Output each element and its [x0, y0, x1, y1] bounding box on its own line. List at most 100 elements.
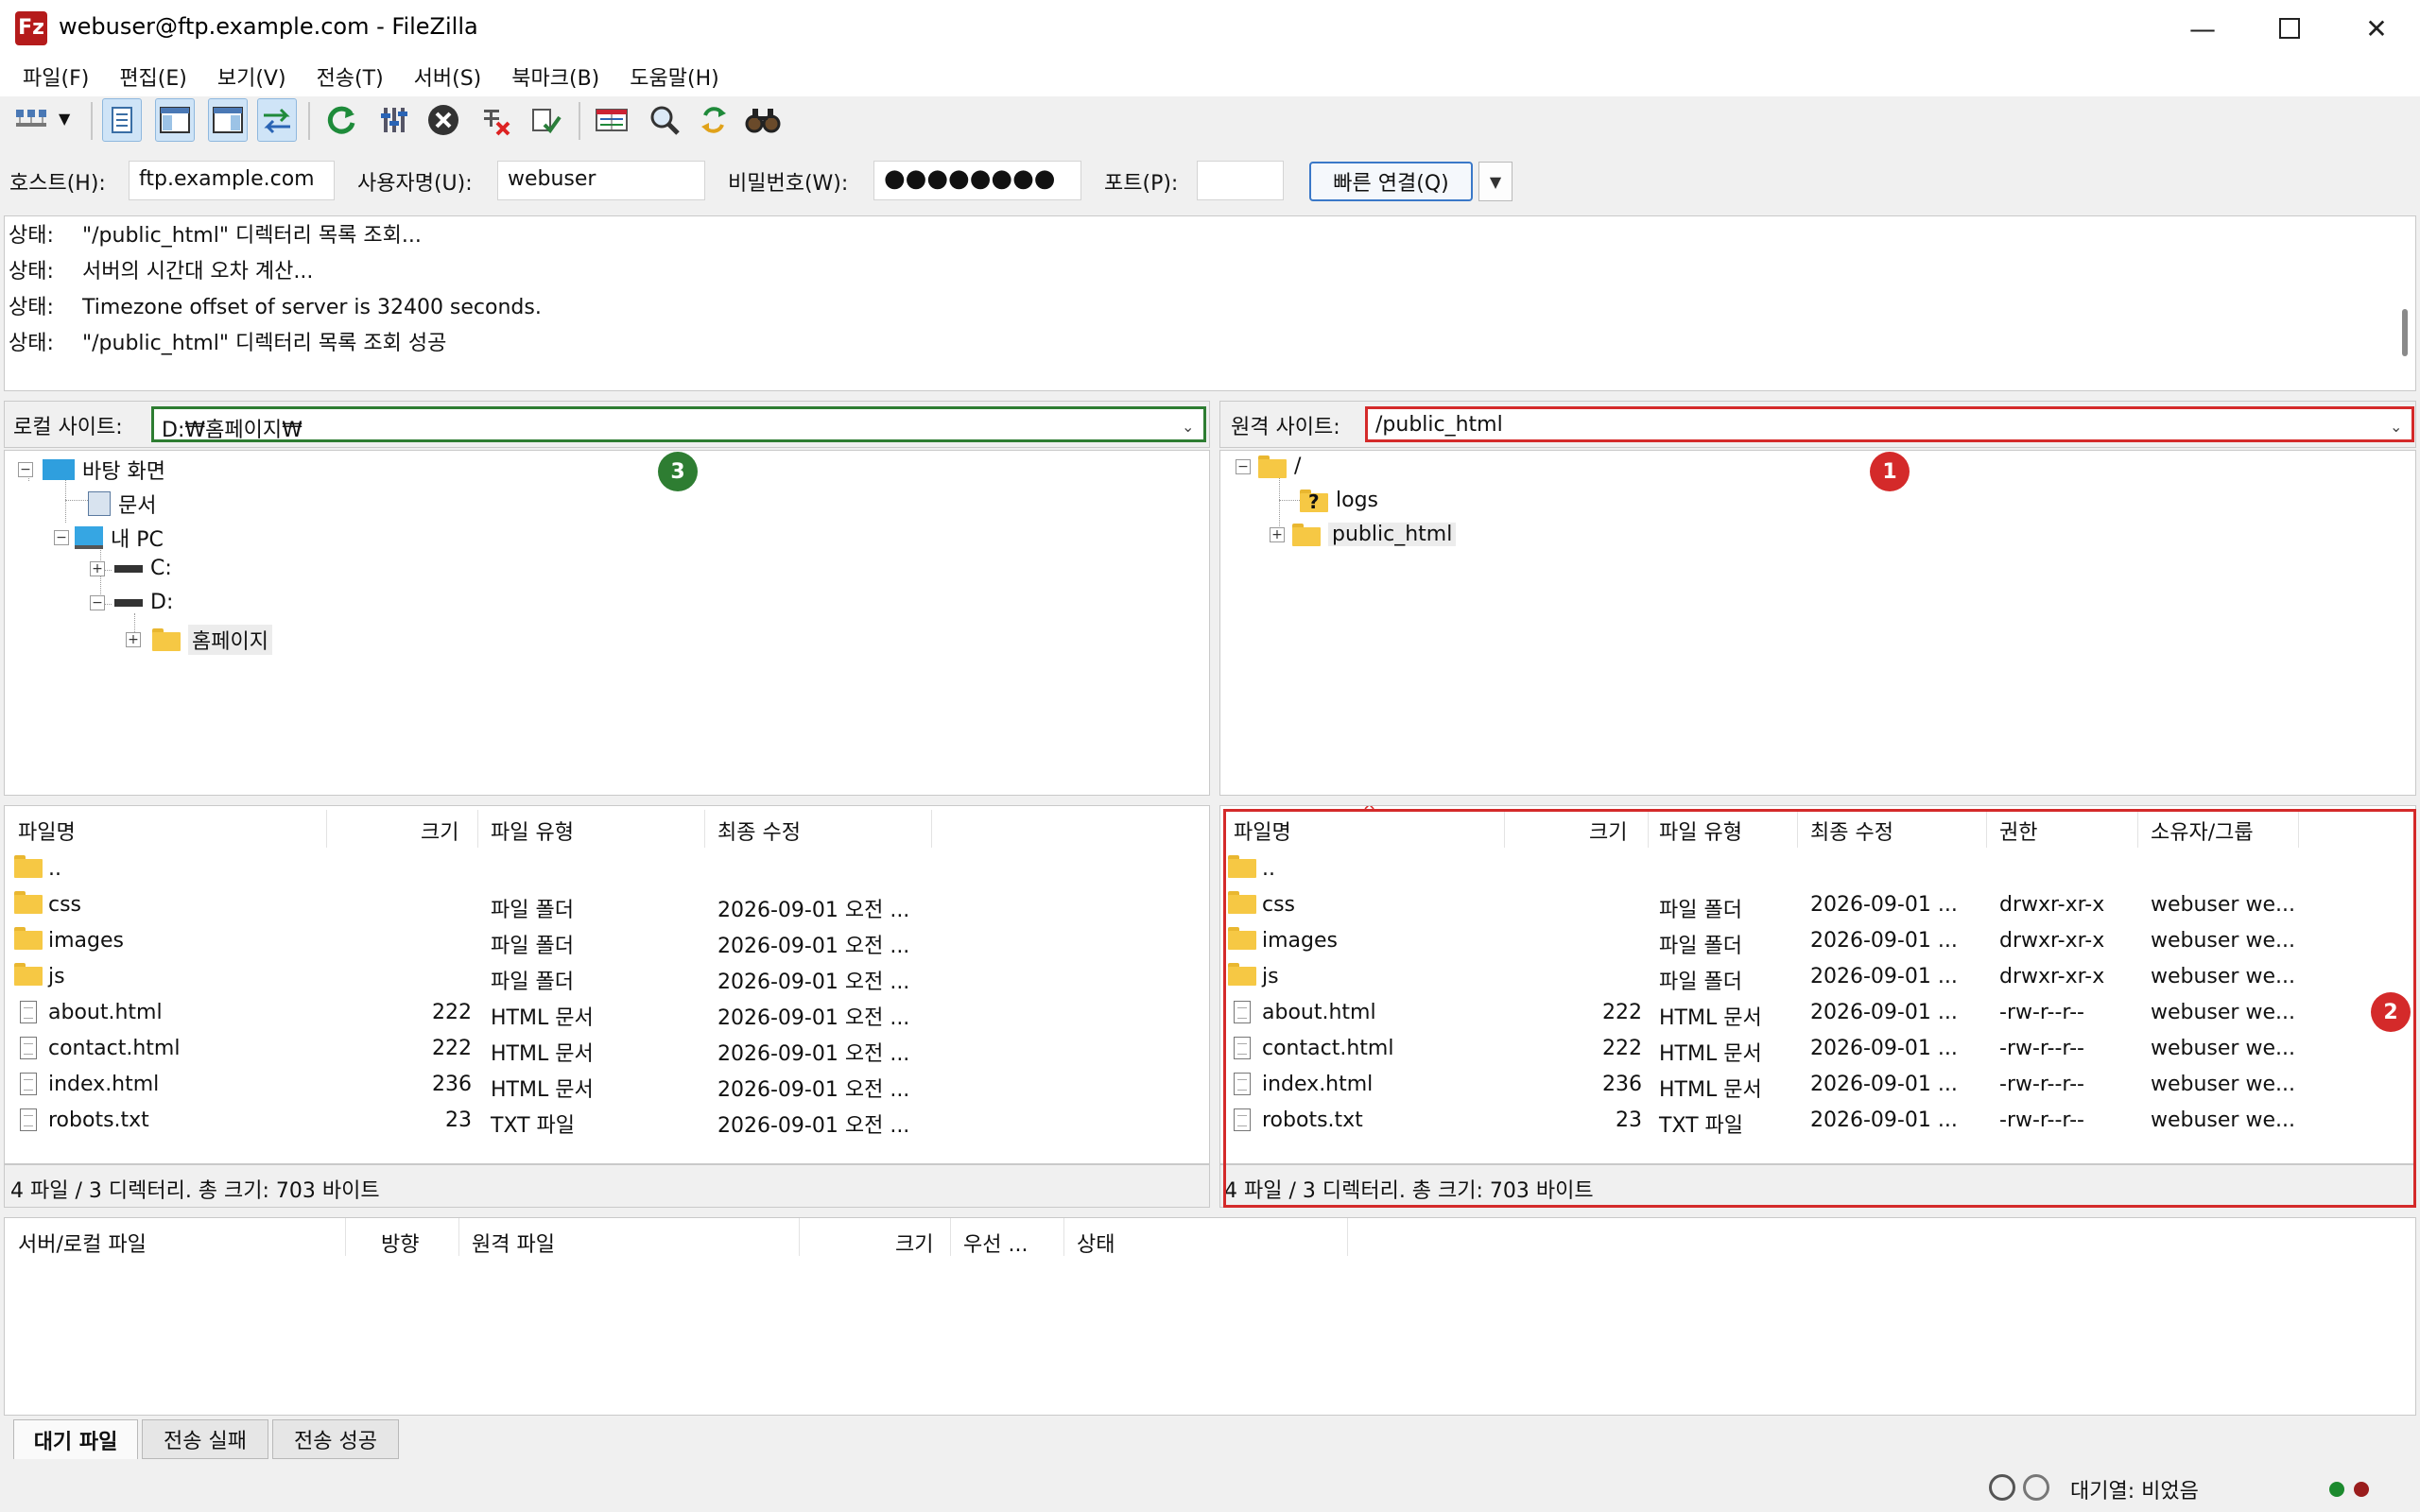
toggle-log-icon[interactable] [102, 98, 142, 142]
file-icon [1234, 1073, 1251, 1095]
column-size[interactable]: 크기 [421, 816, 458, 846]
column-filename[interactable]: 파일명 [18, 816, 76, 846]
list-item[interactable]: js 파일 폴더 2026-09-01 ... drwxr-xr-x webuser w… [1220, 959, 2413, 995]
menu-server[interactable]: 서버(S) [399, 61, 497, 92]
column-owner-group[interactable]: 소유자/그룹 [2151, 816, 2254, 846]
column-filetype[interactable]: 파일 유형 [491, 816, 574, 846]
tree-item-homepage[interactable]: + 홈페이지 [126, 625, 272, 655]
tree-item-root[interactable]: − / [1236, 455, 1301, 478]
tab-failed-transfers[interactable]: 전송 실패 [142, 1419, 268, 1459]
site-manager-icon[interactable] [9, 98, 55, 142]
expand-icon[interactable]: + [126, 632, 141, 647]
column-size[interactable]: 크기 [895, 1228, 933, 1258]
expand-icon[interactable]: + [90, 560, 105, 576]
tree-item-logs[interactable]: ? logs [1300, 489, 1378, 513]
list-item[interactable]: robots.txt 23 TXT 파일 2026-09-01 오전 ... [5, 1103, 1207, 1139]
list-item[interactable]: .. [5, 851, 1207, 887]
list-item[interactable]: about.html 222 HTML 문서 2026-09-01 오전 ... [5, 995, 1207, 1031]
close-window-icon[interactable]: ✕ [2333, 0, 2420, 57]
list-item[interactable]: about.html 222 HTML 문서 2026-09-01 ... -rw-r-… [1220, 995, 2413, 1031]
toggle-queue-icon[interactable] [257, 98, 297, 142]
menu-view[interactable]: 보기(V) [202, 61, 302, 92]
list-item[interactable]: images 파일 폴더 2026-09-01 오전 ... [5, 923, 1207, 959]
transfer-queue[interactable]: 서버/로컬 파일 방향 원격 파일 크기 우선 ... 상태 [4, 1217, 2416, 1416]
quickconnect-button[interactable]: 빠른 연결(Q) [1309, 162, 1473, 201]
remote-path-input[interactable]: /public_html [1365, 406, 2414, 442]
tree-item-drive-c[interactable]: + C: [90, 557, 172, 580]
sync-browse-icon[interactable] [645, 98, 684, 142]
list-item[interactable]: .. [1220, 851, 2413, 887]
expand-icon[interactable]: + [1270, 526, 1285, 542]
tree-item-public-html[interactable]: + public_html [1270, 523, 1457, 546]
column-server-local-file[interactable]: 서버/로컬 파일 [18, 1228, 147, 1258]
list-item[interactable]: css 파일 폴더 2026-09-01 ... drwxr-xr-x webuser … [1220, 887, 2413, 923]
list-item[interactable]: css 파일 폴더 2026-09-01 오전 ... [5, 887, 1207, 923]
local-directory-tree[interactable]: − 바탕 화면 문서 − 내 PC + C: − D: + 홈페이지 [4, 450, 1210, 796]
collapse-icon[interactable]: − [1236, 458, 1251, 474]
remote-directory-tree[interactable]: − / ? logs + public_html [1219, 450, 2416, 796]
column-remote-file[interactable]: 원격 파일 [472, 1228, 555, 1258]
host-input[interactable]: ftp.example.com [129, 161, 335, 200]
folder-icon [14, 963, 43, 986]
tree-item-drive-d[interactable]: − D: [90, 591, 173, 614]
port-input[interactable] [1197, 161, 1284, 200]
list-item[interactable]: index.html 236 HTML 문서 2026-09-01 오전 ... [5, 1067, 1207, 1103]
folder-icon [1228, 927, 1256, 950]
local-path-input[interactable]: D:₩홈페이지₩ [151, 406, 1206, 442]
list-item[interactable]: js 파일 폴더 2026-09-01 오전 ... [5, 959, 1207, 995]
filter-icon[interactable] [374, 98, 414, 142]
menu-edit[interactable]: 편집(E) [104, 61, 202, 92]
search-icon[interactable] [743, 98, 783, 142]
menu-help[interactable]: 도움말(H) [614, 61, 734, 92]
password-input[interactable]: ●●●●●●●● [873, 161, 1081, 200]
toggle-remote-tree-icon[interactable] [208, 98, 248, 142]
collapse-icon[interactable]: − [18, 462, 33, 477]
column-priority[interactable]: 우선 ... [963, 1228, 1028, 1258]
tree-item-desktop[interactable]: − 바탕 화면 [18, 455, 165, 485]
list-item[interactable]: contact.html 222 HTML 문서 2026-09-01 ... -rw-… [1220, 1031, 2413, 1067]
column-modified[interactable]: 최종 수정 [717, 816, 801, 846]
process-queue-icon[interactable] [694, 98, 734, 142]
message-log[interactable]: 상태: "/public_html" 디렉터리 목록 조회... 상태: 서버의 시… [4, 215, 2416, 391]
column-status[interactable]: 상태 [1077, 1228, 1115, 1258]
local-path-dropdown-icon[interactable]: ⌄ [1182, 418, 1194, 436]
tree-item-documents[interactable]: 문서 [88, 489, 156, 519]
column-size[interactable]: 크기 [1589, 816, 1627, 846]
toggle-local-tree-icon[interactable] [155, 98, 195, 142]
minimize-icon[interactable]: — [2159, 0, 2246, 57]
column-direction[interactable]: 방향 [381, 1228, 419, 1258]
log-scrollbar[interactable] [2402, 309, 2408, 356]
list-item[interactable]: robots.txt 23 TXT 파일 2026-09-01 ... -rw-r--r… [1220, 1103, 2413, 1139]
column-filetype[interactable]: 파일 유형 [1659, 816, 1742, 846]
list-item[interactable]: contact.html 222 HTML 문서 2026-09-01 오전 ... [5, 1031, 1207, 1067]
collapse-icon[interactable]: − [90, 594, 105, 610]
queue-status-text: 대기열: 비었음 [2070, 1480, 2199, 1503]
local-file-list[interactable]: 파일명 ⌃ 크기 파일 유형 최종 수정 .. css파일 폴더2026-09-… [4, 805, 1210, 1164]
site-manager-dropdown-icon[interactable]: ▼ [59, 110, 70, 128]
menu-file[interactable]: 파일(F) [8, 61, 104, 92]
username-input[interactable]: webuser [497, 161, 705, 200]
column-filename[interactable]: 파일명 [1234, 816, 1291, 846]
menu-bookmarks[interactable]: 북마크(B) [496, 61, 614, 92]
speed-limit-icon[interactable] [1989, 1474, 2015, 1501]
maximize-icon[interactable] [2246, 0, 2333, 57]
cancel-icon[interactable] [424, 98, 463, 142]
column-permissions[interactable]: 권한 [1999, 816, 2037, 846]
refresh-icon[interactable] [321, 98, 361, 142]
column-modified[interactable]: 최종 수정 [1810, 816, 1893, 846]
directory-compare-icon[interactable] [592, 98, 631, 142]
remote-file-list[interactable]: 파일명 × 크기 파일 유형 최종 수정 권한 소유자/그룹 .. css파일 … [1219, 805, 2416, 1164]
tab-queued-files[interactable]: 대기 파일 [13, 1419, 138, 1459]
list-item[interactable]: images 파일 폴더 2026-09-01 ... drwxr-xr-x webus… [1220, 923, 2413, 959]
remote-path-dropdown-icon[interactable]: ⌄ [2390, 418, 2402, 436]
tree-item-this-pc[interactable]: − 내 PC [54, 523, 164, 553]
drive-icon [114, 564, 143, 573]
collapse-icon[interactable]: − [54, 530, 69, 545]
network-config-icon[interactable] [2023, 1474, 2049, 1501]
quickconnect-history-dropdown-icon[interactable]: ▼ [1478, 162, 1512, 201]
list-item[interactable]: index.html 236 HTML 문서 2026-09-01 ... -rw-r-… [1220, 1067, 2413, 1103]
disconnect-icon[interactable] [476, 98, 516, 142]
menu-transfer[interactable]: 전송(T) [302, 61, 399, 92]
tab-successful-transfers[interactable]: 전송 성공 [272, 1419, 399, 1459]
reconnect-icon[interactable] [526, 98, 565, 142]
